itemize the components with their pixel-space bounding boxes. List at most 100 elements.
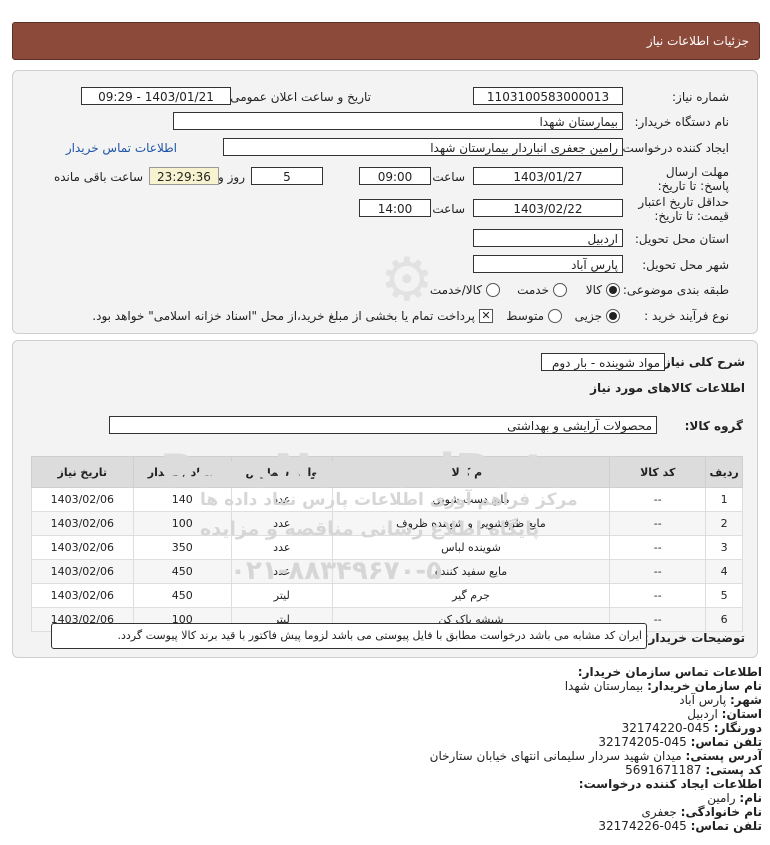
creator-family: نام خانوادگی: جعفری	[641, 805, 762, 819]
cell-date: 1403/02/06	[31, 559, 134, 584]
table-row: 3 -- شوینده لباس عدد 350 1403/02/06	[31, 535, 743, 560]
cell-qty: 450	[132, 583, 232, 608]
category-option-goods: کالا	[585, 283, 602, 297]
col-name: نام کالا	[331, 456, 611, 488]
city-field: پارس آباد	[473, 255, 623, 273]
cell-unit: عدد	[230, 487, 333, 512]
cell-name: جرم گیر	[331, 583, 611, 608]
cell-qty: 450	[132, 559, 232, 584]
cell-code: --	[609, 511, 707, 536]
validity-time-label: ساعت	[432, 202, 465, 216]
creator-name: نام: رامین	[707, 791, 762, 805]
contact-city: شهر: پارس آباد	[679, 693, 762, 707]
goods-table-header: ردیف کد کالا نام کالا واحد شمارش تعداد /…	[31, 456, 743, 488]
contact-phone: تلفن تماس: 045-32174205	[598, 735, 762, 749]
creator-field: رامین جعفری انباردار بیمارستان شهدا	[223, 138, 623, 156]
page-header: جزئیات اطلاعات نیاز	[12, 22, 760, 60]
page-title: جزئیات اطلاعات نیاز	[646, 34, 749, 48]
contact-org: نام سازمان خریدار: بیمارستان شهدا	[564, 679, 762, 693]
process-option-medium: متوسط	[506, 309, 544, 323]
buyer-label: نام دستگاه خریدار:	[634, 115, 730, 129]
cell-unit: عدد	[230, 559, 333, 584]
cell-row: 4	[705, 559, 743, 584]
deadline-date-field: 1403/01/27	[473, 167, 623, 185]
category-radio-service[interactable]	[553, 283, 567, 297]
group-label: گروه کالا:	[684, 419, 743, 433]
cell-name: مایع ظرفشویی و شوینده ظروف	[331, 511, 611, 536]
cell-row: 5	[705, 583, 743, 608]
category-option-service: خدمت	[517, 283, 549, 297]
creator-phone: تلفن تماس: 045-32174226	[598, 819, 762, 833]
table-row: 4 -- مایع سفید کننده عدد 450 1403/02/06	[31, 559, 743, 584]
need-number-label: شماره نیاز:	[672, 90, 729, 104]
validity-time-field: 14:00	[359, 199, 431, 217]
col-row: ردیف	[705, 456, 743, 488]
remaining-label: ساعت باقی مانده	[53, 170, 143, 184]
table-row: 1 -- مایع دست شویی عدد 140 1403/02/06	[31, 487, 743, 512]
category-radio-goods[interactable]	[606, 283, 620, 297]
cell-name: مایع سفید کننده	[331, 559, 611, 584]
buyer-contact-link[interactable]: اطلاعات تماس خریدار	[66, 141, 177, 155]
process-label: نوع فرآیند خرید :	[644, 309, 729, 323]
cell-code: --	[609, 535, 707, 560]
goods-panel: شرح کلی نیاز: مواد شوینده - بار دوم اطلا…	[12, 340, 758, 658]
province-label: استان محل تحویل:	[634, 232, 729, 246]
cell-name: شوینده لباس	[331, 535, 611, 560]
days-label: روز و	[218, 170, 245, 184]
process-radio-minor[interactable]	[606, 309, 620, 323]
contact-fax: دورنگار: 045-32174220	[621, 721, 762, 735]
cell-qty: 100	[132, 511, 232, 536]
buyer-field: بیمارستان شهدا	[173, 112, 623, 130]
cell-unit: لیتر	[230, 583, 333, 608]
process-radio-medium[interactable]	[548, 309, 562, 323]
days-field: 5	[251, 167, 323, 185]
cell-date: 1403/02/06	[31, 487, 134, 512]
table-row: 5 -- جرم گیر لیتر 450 1403/02/06	[31, 583, 743, 608]
need-desc-label: شرح کلی نیاز:	[659, 355, 745, 369]
contact-postal: کد پستی: 5691671187	[625, 763, 762, 777]
category-label: طبقه بندی موضوعی:	[622, 283, 729, 297]
col-unit: واحد شمارش	[230, 456, 333, 488]
goods-info-title: اطلاعات کالاهای مورد نیاز	[590, 381, 745, 395]
cell-code: --	[609, 559, 707, 584]
remaining-time-field: 23:29:36	[149, 167, 219, 185]
announce-label: تاریخ و ساعت اعلان عمومی:	[226, 90, 371, 104]
need-info-panel: شماره نیاز: 1103100583000013 تاریخ و ساع…	[12, 70, 758, 334]
cell-name: مایع دست شویی	[331, 487, 611, 512]
category-radio-both[interactable]	[486, 283, 500, 297]
payment-note: پرداخت تمام یا بخشی از مبلغ خرید،از محل …	[92, 309, 475, 323]
contact-address: آدرس پستی: میدان شهید سردار سلیمانی انته…	[429, 749, 762, 763]
cell-qty: 350	[132, 535, 232, 560]
deadline-time-field: 09:00	[359, 167, 431, 185]
buyer-notes-label: توضیحات خریدار:	[643, 631, 745, 645]
category-option-both: کالا/خدمت	[429, 283, 482, 297]
process-option-minor: جزیی	[574, 309, 602, 323]
group-field: محصولات آرایشی و بهداشتی	[109, 416, 657, 434]
cell-date: 1403/02/06	[31, 535, 134, 560]
treasury-checkbox[interactable]: ✕	[479, 309, 493, 323]
city-label: شهر محل تحویل:	[642, 258, 729, 272]
col-code: کد کالا	[609, 456, 707, 488]
cell-unit: عدد	[230, 511, 333, 536]
cell-row: 2	[705, 511, 743, 536]
cell-date: 1403/02/06	[31, 583, 134, 608]
buyer-notes-field: ایران کد مشابه می باشد درخواست مطابق با …	[51, 623, 647, 649]
cell-code: --	[609, 583, 707, 608]
cell-row: 6	[705, 607, 743, 632]
table-row: 2 -- مایع ظرفشویی و شوینده ظروف عدد 100 …	[31, 511, 743, 536]
cell-date: 1403/02/06	[31, 511, 134, 536]
col-date: تاریخ نیاز	[31, 456, 134, 488]
col-qty: تعداد / مقدار	[132, 456, 232, 488]
cell-unit: عدد	[230, 535, 333, 560]
validity-date-field: 1403/02/22	[473, 199, 623, 217]
contact-title: اطلاعات تماس سازمان خریدار:	[577, 665, 762, 679]
deadline-label: مهلت ارسال پاسخ: تا تاریخ:	[657, 165, 729, 193]
validity-label: حداقل تاریخ اعتبار قیمت: تا تاریخ:	[638, 195, 729, 223]
cell-row: 3	[705, 535, 743, 560]
province-field: اردبیل	[473, 229, 623, 247]
cell-code: --	[609, 487, 707, 512]
cell-qty: 140	[132, 487, 232, 512]
creator-label: ایجاد کننده درخواست:	[618, 141, 729, 155]
goods-table: ردیف کد کالا نام کالا واحد شمارش تعداد /…	[31, 456, 743, 632]
deadline-time-label: ساعت	[432, 170, 465, 184]
